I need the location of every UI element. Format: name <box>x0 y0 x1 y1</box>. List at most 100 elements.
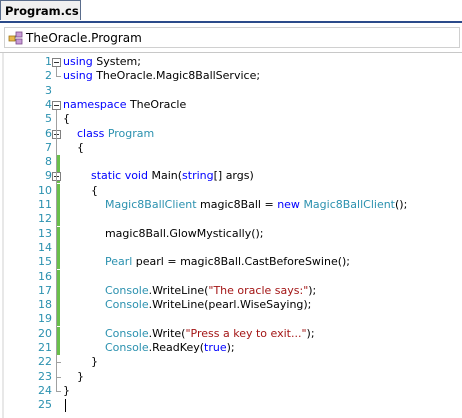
outline-class-guide-end <box>56 376 61 378</box>
keyword-token: using <box>63 69 93 83</box>
code-line[interactable]: 4 namespace TheOracle <box>0 98 462 112</box>
code-line[interactable]: 20 Console.Write("Press a key to exit...… <box>0 326 462 341</box>
line-number: 19 <box>38 312 52 326</box>
line-number: 9 <box>45 169 52 183</box>
collapse-toggle-icon[interactable] <box>52 100 61 110</box>
code-text: using System; <box>63 55 141 69</box>
keyword-token: using <box>63 55 93 68</box>
type-token: Magic8BallClient <box>303 198 395 211</box>
code-token: { <box>63 140 84 154</box>
code-line[interactable]: 19 <box>0 312 462 327</box>
type-token: Pearl <box>104 255 133 269</box>
line-number: 1 <box>45 55 52 68</box>
line-number: 12 <box>38 212 52 226</box>
code-line[interactable]: 3 <box>0 84 462 98</box>
code-token: { <box>63 183 98 197</box>
line-number: 22 <box>38 355 52 369</box>
code-token: pearl = magic8Ball.CastBeforeSwine(); <box>132 255 351 269</box>
code-line[interactable]: 12 <box>0 212 462 227</box>
code-text: } <box>63 384 70 398</box>
line-number: 16 <box>38 269 52 283</box>
code-text: { <box>63 112 70 126</box>
code-token: TheOracle.Magic8BallService; <box>92 69 261 83</box>
code-token: ); <box>226 341 235 354</box>
line-number: 8 <box>45 155 52 169</box>
code-token: TheOracle <box>126 97 187 111</box>
code-token: } <box>63 383 70 397</box>
text-caret <box>65 399 66 413</box>
keyword-token: namespace <box>63 97 127 111</box>
code-token: (); <box>395 198 408 211</box>
line-number: 10 <box>38 183 52 197</box>
line-number: 20 <box>38 326 52 340</box>
line-number: 14 <box>38 240 52 254</box>
code-line[interactable]: 6 class Program <box>0 127 462 141</box>
type-token: Console <box>104 326 149 340</box>
code-token: magic8Ball = <box>196 198 278 211</box>
line-number: 2 <box>45 69 52 83</box>
code-line[interactable]: 10 { <box>0 183 462 198</box>
code-token: ); <box>306 326 315 340</box>
code-line[interactable]: 24} <box>0 384 462 398</box>
code-token: .WriteLine(pearl.WiseSaying); <box>148 298 312 312</box>
code-line[interactable]: 23 } <box>0 370 462 384</box>
code-token: System; <box>92 55 141 68</box>
collapse-toggle-icon[interactable] <box>52 58 61 67</box>
code-editor[interactable]: 1 using System; 2 using TheOracle.Magic8Bal… <box>0 53 462 418</box>
code-line[interactable]: 7 { <box>0 141 462 155</box>
code-line[interactable]: 13 magic8Ball.GlowMystically(); <box>0 226 462 241</box>
type-dropdown-label: TheOracle.Program <box>26 31 142 45</box>
code-line[interactable]: 11 Magic8BallClient magic8Ball = new Mag… <box>0 198 462 212</box>
type-token: Program <box>107 126 155 140</box>
line-number: 5 <box>45 112 52 126</box>
code-text: static void Main(string[] args) <box>63 169 254 183</box>
code-token: Main( <box>147 169 183 183</box>
document-tab-bar: Program.cs <box>0 0 462 23</box>
code-line[interactable]: 1 using System; <box>0 55 462 69</box>
line-number: 13 <box>38 226 52 240</box>
line-number: 15 <box>38 255 52 269</box>
code-line[interactable]: 16 <box>0 269 462 284</box>
line-number: 21 <box>38 341 52 354</box>
type-token: Console <box>104 298 149 312</box>
type-token: Console <box>104 283 149 297</box>
code-line[interactable]: 15 Pearl pearl = magic8Ball.CastBeforeSw… <box>0 255 462 270</box>
keyword-token: true <box>204 341 227 354</box>
tab-program-cs[interactable]: Program.cs <box>0 0 81 20</box>
code-text: namespace TheOracle <box>63 98 186 112</box>
string-token: "Press a key to exit..." <box>185 326 307 340</box>
line-number: 23 <box>38 369 52 383</box>
code-line[interactable]: 8 <box>0 155 462 170</box>
outline-using-guide <box>56 67 57 77</box>
code-line[interactable]: 18 Console.WriteLine(pearl.WiseSaying); <box>0 298 462 313</box>
keyword-token: string <box>182 169 214 183</box>
code-line[interactable]: 21 Console.ReadKey(true); <box>0 341 462 355</box>
code-text: } <box>63 355 98 369</box>
class-icon <box>8 31 23 45</box>
outline-method-guide-end <box>56 362 61 364</box>
code-line[interactable]: 14 <box>0 240 462 255</box>
code-line[interactable]: 2 using TheOracle.Magic8BallService; <box>0 69 462 83</box>
outline-method-guide <box>56 181 57 363</box>
line-number: 11 <box>38 198 52 211</box>
line-number: 4 <box>45 97 52 111</box>
code-token: .WriteLine( <box>148 283 209 297</box>
code-text: Console.WriteLine("The oracle says:"); <box>63 284 316 298</box>
code-line[interactable]: 9 static void Main(string[] args) <box>0 169 462 184</box>
code-token: .Write( <box>148 326 186 340</box>
code-line[interactable]: 17 Console.WriteLine("The oracle says:")… <box>0 283 462 298</box>
code-text: magic8Ball.GlowMystically(); <box>63 227 264 241</box>
outline-using-guide-end <box>56 76 61 78</box>
type-dropdown[interactable]: TheOracle.Program <box>4 27 460 48</box>
code-text: class Program <box>63 127 154 141</box>
code-line[interactable]: 5{ <box>0 112 462 126</box>
line-number: 18 <box>38 298 52 312</box>
code-text: { <box>63 141 84 155</box>
code-line[interactable]: 22 } <box>0 355 462 369</box>
code-line[interactable]: 25 <box>0 398 462 412</box>
